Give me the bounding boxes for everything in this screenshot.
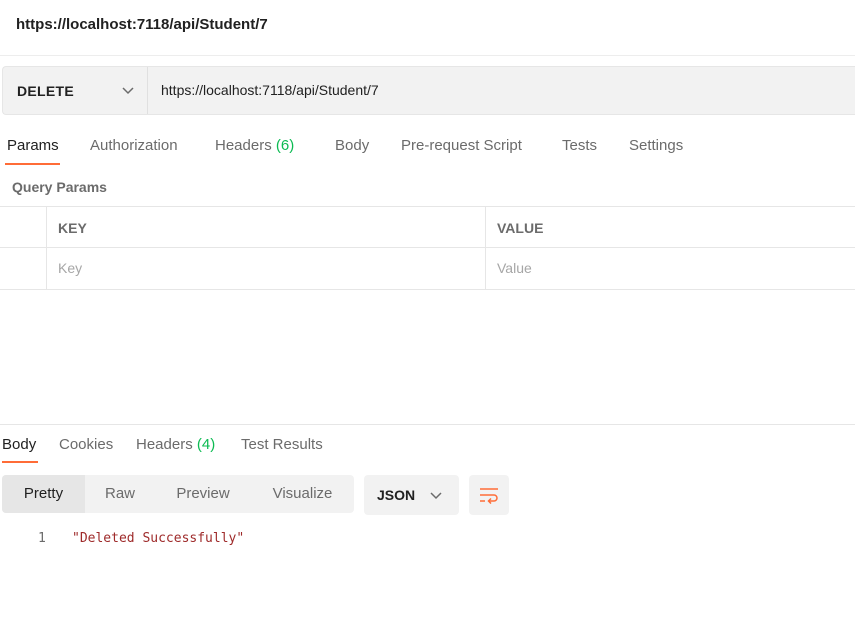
request-url-bar: DELETE https://localhost:7118/api/Studen… bbox=[2, 66, 855, 115]
wrap-lines-button[interactable] bbox=[469, 475, 509, 515]
request-tabs: Params Authorization Headers (6) Body Pr… bbox=[0, 130, 855, 166]
headers-count: (6) bbox=[275, 137, 295, 154]
value-column-header: VALUE bbox=[486, 207, 855, 247]
key-header-label: KEY bbox=[58, 220, 87, 236]
method-label: DELETE bbox=[17, 83, 75, 99]
key-placeholder: Key bbox=[58, 260, 83, 276]
tab-body[interactable]: Body bbox=[335, 137, 369, 154]
request-title-bar: https://localhost:7118/api/Student/7 bbox=[0, 0, 855, 56]
tab-pre-request-script[interactable]: Pre-request Script bbox=[401, 137, 522, 154]
response-tab-cookies[interactable]: Cookies bbox=[59, 436, 113, 453]
tab-settings[interactable]: Settings bbox=[629, 137, 683, 154]
view-raw-button[interactable]: Raw bbox=[85, 475, 155, 513]
value-header-label: VALUE bbox=[497, 220, 544, 236]
request-title: https://localhost:7118/api/Student/7 bbox=[16, 16, 268, 33]
method-select[interactable]: DELETE bbox=[3, 67, 148, 114]
line-number: 1 bbox=[38, 531, 46, 546]
response-divider bbox=[0, 424, 855, 425]
format-label: JSON bbox=[377, 487, 416, 503]
chevron-down-icon bbox=[430, 492, 442, 500]
tab-params[interactable]: Params bbox=[7, 137, 59, 154]
response-tab-body[interactable]: Body bbox=[2, 436, 36, 453]
key-column-header: KEY bbox=[47, 207, 486, 247]
response-tabs: Body Cookies Headers (4) Test Results bbox=[0, 428, 855, 464]
view-preview-button[interactable]: Preview bbox=[155, 475, 251, 513]
view-visualize-button[interactable]: Visualize bbox=[251, 475, 354, 513]
table-row: Key Value bbox=[0, 248, 855, 290]
active-tab-indicator bbox=[5, 163, 60, 165]
view-mode-group: Pretty Raw Preview Visualize bbox=[2, 475, 354, 513]
chevron-down-icon bbox=[122, 87, 134, 95]
active-response-tab-indicator bbox=[2, 461, 38, 463]
key-input[interactable]: Key bbox=[47, 248, 486, 289]
checkbox-column-header bbox=[0, 207, 47, 247]
table-header-row: KEY VALUE bbox=[0, 206, 855, 248]
response-tab-test-results[interactable]: Test Results bbox=[241, 436, 323, 453]
tab-authorization[interactable]: Authorization bbox=[90, 137, 178, 154]
query-params-label: Query Params bbox=[12, 179, 107, 195]
url-input[interactable]: https://localhost:7118/api/Student/7 bbox=[161, 82, 379, 98]
response-tab-headers[interactable]: Headers (4) bbox=[136, 436, 215, 453]
format-select[interactable]: JSON bbox=[364, 475, 459, 515]
response-body-line: "Deleted Successfully" bbox=[72, 531, 245, 546]
row-checkbox-cell bbox=[0, 248, 47, 289]
tab-headers[interactable]: Headers (6) bbox=[215, 137, 294, 154]
view-pretty-button[interactable]: Pretty bbox=[2, 475, 85, 513]
value-input[interactable]: Value bbox=[486, 248, 855, 289]
response-headers-count: (4) bbox=[196, 436, 216, 453]
value-placeholder: Value bbox=[497, 260, 532, 276]
tab-tests[interactable]: Tests bbox=[562, 137, 597, 154]
wrap-lines-icon bbox=[480, 488, 498, 504]
